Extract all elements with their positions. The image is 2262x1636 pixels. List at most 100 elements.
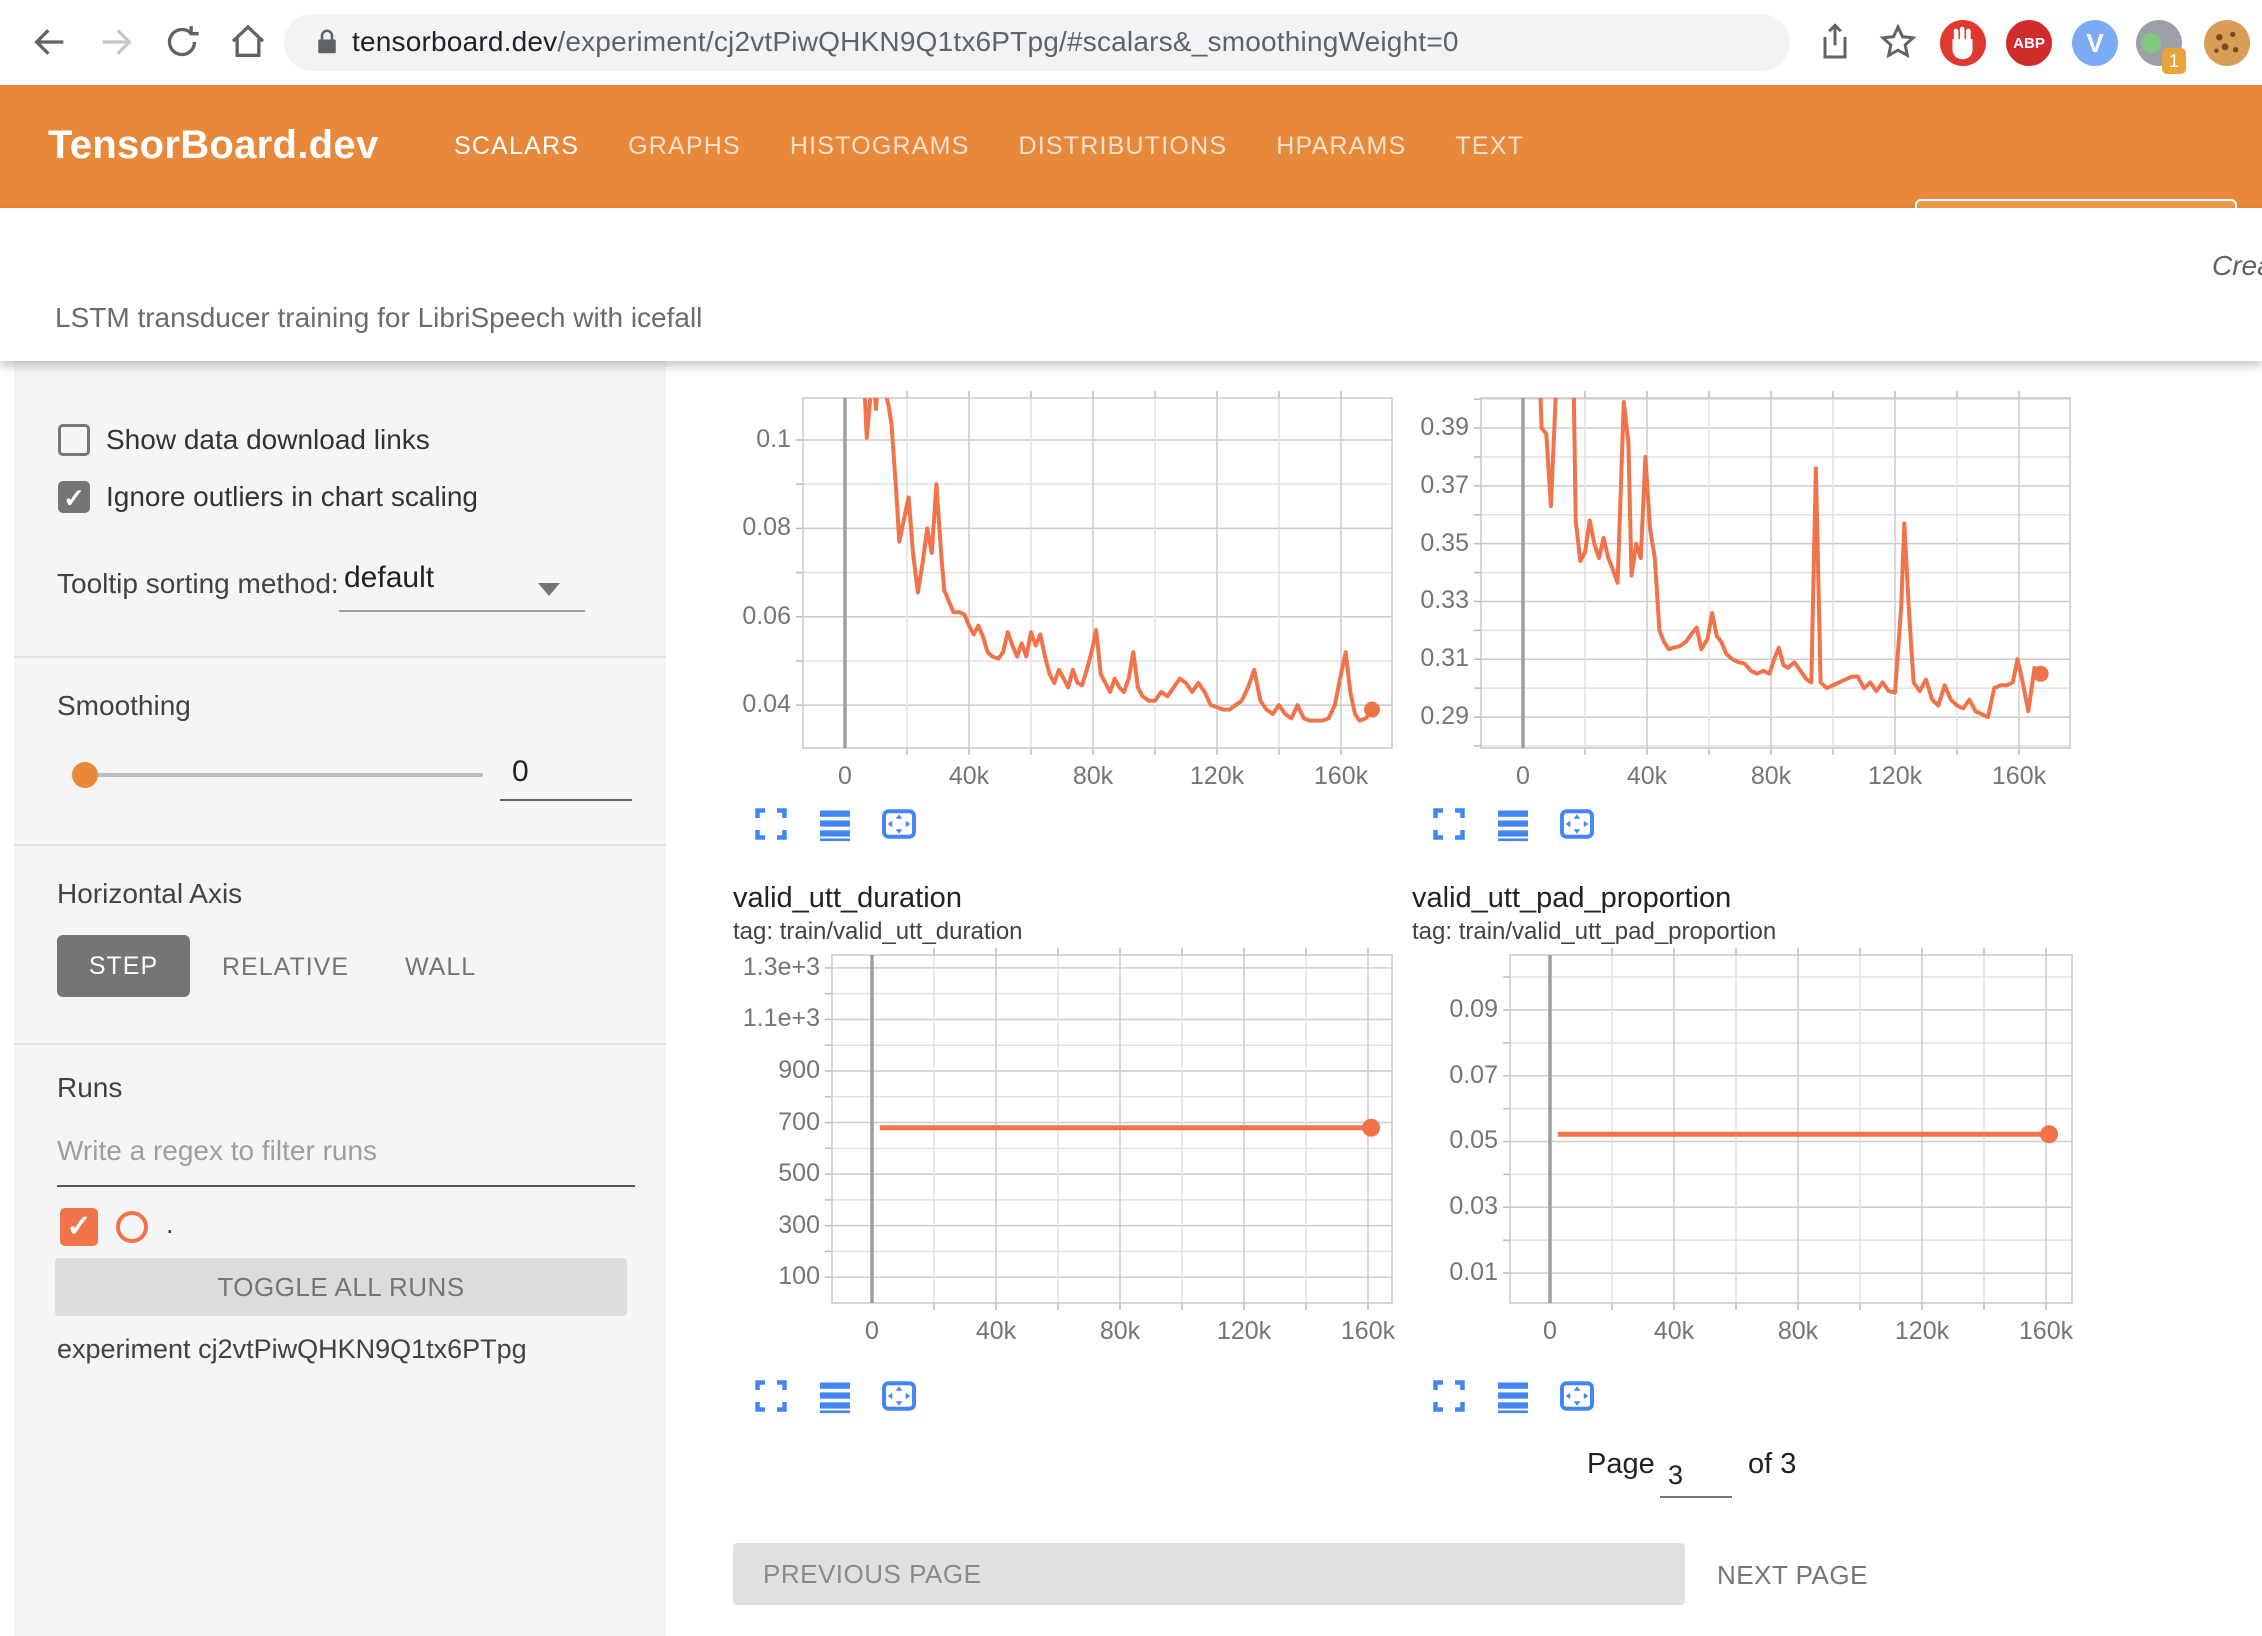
browser-toolbar: tensorboard.dev/experiment/cj2vtPiwQHKN9…: [0, 0, 2262, 85]
forward-icon[interactable]: [96, 22, 136, 62]
runs-filter-underline: [57, 1185, 635, 1187]
chart-plot-0[interactable]: 0.040.060.080.1040k80k120k160k: [803, 398, 1392, 748]
run-checkbox[interactable]: ✓: [60, 1208, 98, 1246]
fit-data-icon[interactable]: [1559, 806, 1595, 842]
tab-text[interactable]: TEXT: [1455, 132, 1524, 161]
run-color-swatch[interactable]: [116, 1211, 148, 1243]
chart-actions: [753, 806, 917, 842]
chart-plot-1[interactable]: 0.290.310.330.350.370.39040k80k120k160k: [1481, 398, 2070, 748]
y-axis-tick-label: 0.06: [691, 602, 791, 631]
page-label: Page: [1587, 1448, 1655, 1481]
page-count-label: of 3: [1748, 1448, 1796, 1481]
show-download-links-checkbox[interactable]: [58, 424, 90, 456]
runs-selector-icon[interactable]: [1495, 806, 1531, 842]
tab-scalars[interactable]: SCALARS: [454, 132, 579, 161]
x-axis-tick-label: 0: [1478, 762, 1568, 791]
chart-title: valid_utt_duration: [733, 882, 962, 915]
experiment-subtitle: LSTM transducer training for LibriSpeech…: [55, 302, 702, 334]
y-axis-tick-label: 0.05: [1398, 1126, 1498, 1155]
previous-page-button[interactable]: PREVIOUS PAGE: [733, 1543, 1685, 1605]
tab-distributions[interactable]: DISTRIBUTIONS: [1019, 132, 1228, 161]
run-name: .: [166, 1209, 174, 1240]
fit-data-icon[interactable]: [881, 806, 917, 842]
v-extension-icon[interactable]: V: [2072, 20, 2118, 66]
url-domain: tensorboard.dev: [352, 26, 557, 57]
tab-histograms[interactable]: HISTOGRAMS: [790, 132, 970, 161]
x-axis-tick-label: 80k: [1726, 762, 1816, 791]
divider: [14, 1043, 666, 1045]
reload-icon[interactable]: [162, 22, 202, 62]
share-icon[interactable]: [1815, 22, 1855, 62]
tab-bar: SCALARS GRAPHS HISTOGRAMS DISTRIBUTIONS …: [454, 85, 1524, 208]
axis-step-button[interactable]: STEP: [57, 935, 190, 997]
abp-label: ABP: [2013, 35, 2045, 52]
toggle-all-runs-button[interactable]: TOGGLE ALL RUNS: [55, 1258, 627, 1316]
profile-extension-icon[interactable]: 1: [2136, 20, 2182, 66]
smoothing-value-input[interactable]: 0: [512, 755, 529, 789]
chart-plot-3[interactable]: 0.010.030.050.070.09040k80k120k160k: [1510, 955, 2072, 1303]
smoothing-slider[interactable]: [80, 773, 483, 777]
ignore-outliers-checkbox[interactable]: ✓: [58, 481, 90, 513]
green-dot: [2141, 33, 2161, 53]
y-axis-tick-label: 0.03: [1398, 1192, 1498, 1221]
axis-wall-button[interactable]: WALL: [405, 953, 476, 982]
runs-selector-icon[interactable]: [817, 1378, 853, 1414]
y-axis-tick-label: 0.35: [1369, 529, 1469, 558]
fullscreen-icon[interactable]: [753, 1378, 789, 1414]
back-icon[interactable]: [30, 22, 70, 62]
x-axis-tick-label: 0: [1505, 1317, 1595, 1346]
y-axis-tick-label: 0.37: [1369, 471, 1469, 500]
page-number-input[interactable]: 3: [1668, 1460, 1683, 1491]
x-axis-tick-label: 40k: [1602, 762, 1692, 791]
y-axis-tick-label: 900: [720, 1056, 820, 1085]
x-axis-tick-label: 160k: [2001, 1317, 2091, 1346]
chevron-down-icon[interactable]: [538, 583, 560, 596]
tooltip-sorting-label: Tooltip sorting method:: [57, 568, 339, 600]
cookie-extension-icon[interactable]: [2204, 20, 2250, 66]
url-text[interactable]: tensorboard.dev/experiment/cj2vtPiwQHKN9…: [352, 26, 1459, 58]
show-download-links-label: Show data download links: [106, 424, 430, 456]
runs-label: Runs: [57, 1072, 122, 1104]
y-axis-tick-label: 0.39: [1369, 413, 1469, 442]
tab-hparams[interactable]: HPARAMS: [1276, 132, 1406, 161]
home-icon[interactable]: [228, 22, 268, 62]
v-label: V: [2086, 28, 2103, 59]
axis-relative-button[interactable]: RELATIVE: [222, 953, 349, 982]
created-text-clipped: Crea: [2212, 250, 2262, 282]
smoothing-slider-thumb[interactable]: [72, 762, 98, 788]
bookmark-star-icon[interactable]: [1878, 22, 1918, 62]
fit-data-icon[interactable]: [1559, 1378, 1595, 1414]
divider: [14, 844, 666, 846]
lock-icon: [312, 27, 342, 57]
runs-selector-icon[interactable]: [1495, 1378, 1531, 1414]
y-axis-tick-label: 500: [720, 1159, 820, 1188]
smoothing-value-underline: [500, 799, 632, 801]
chart-actions: [1431, 1378, 1595, 1414]
fit-data-icon[interactable]: [881, 1378, 917, 1414]
x-axis-tick-label: 120k: [1172, 762, 1262, 791]
y-axis-tick-label: 0.1: [691, 425, 791, 454]
runs-filter-input[interactable]: Write a regex to filter runs: [57, 1135, 377, 1167]
fullscreen-icon[interactable]: [1431, 806, 1467, 842]
y-axis-tick-label: 0.29: [1369, 702, 1469, 731]
y-axis-tick-label: 0.04: [691, 690, 791, 719]
x-axis-tick-label: 0: [800, 762, 890, 791]
page: tensorboard.dev/experiment/cj2vtPiwQHKN9…: [0, 0, 2262, 1636]
x-axis-tick-label: 80k: [1048, 762, 1138, 791]
next-page-button[interactable]: NEXT PAGE: [1717, 1560, 1868, 1591]
adblock-hand-extension-icon[interactable]: [1940, 20, 1986, 66]
tensorboard-logo[interactable]: TensorBoard.dev: [48, 123, 379, 168]
runs-selector-icon[interactable]: [817, 806, 853, 842]
experiment-name: experiment cj2vtPiwQHKN9Q1tx6PTpg: [57, 1334, 527, 1365]
x-axis-tick-label: 40k: [1629, 1317, 1719, 1346]
x-axis-tick-label: 40k: [924, 762, 1014, 791]
tab-graphs[interactable]: GRAPHS: [628, 132, 741, 161]
tooltip-sorting-select[interactable]: default: [344, 561, 434, 595]
chart-plot-2[interactable]: 1003005007009001.1e+31.3e+3040k80k120k16…: [832, 955, 1392, 1303]
y-axis-tick-label: 1.3e+3: [720, 953, 820, 982]
extension-badge: 1: [2162, 48, 2186, 74]
fullscreen-icon[interactable]: [1431, 1378, 1467, 1414]
fullscreen-icon[interactable]: [753, 806, 789, 842]
y-axis-tick-label: 700: [720, 1108, 820, 1137]
abp-extension-icon[interactable]: ABP: [2006, 20, 2052, 66]
